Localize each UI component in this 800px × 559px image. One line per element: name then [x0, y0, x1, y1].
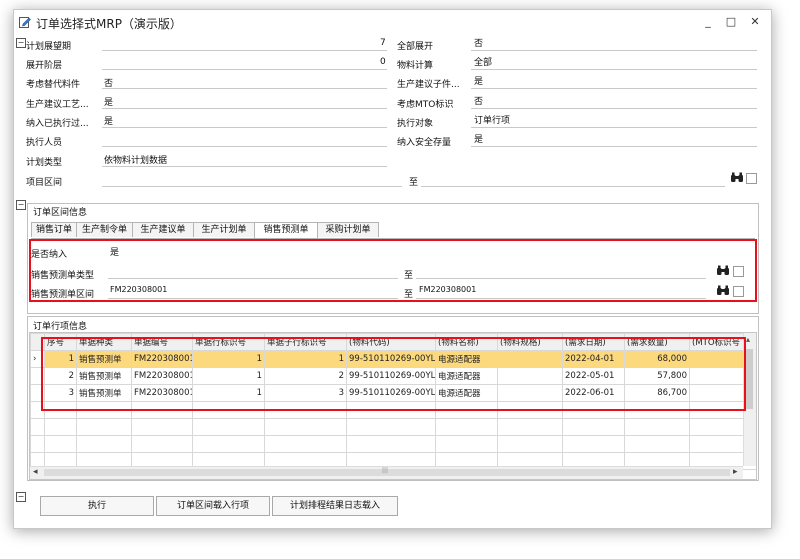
gen-process-value: 是: [104, 98, 114, 108]
load-schedule-log-button[interactable]: 计划排程结果日志载入: [272, 496, 398, 516]
params-collapse-icon[interactable]: −: [16, 38, 26, 48]
gen-process-field[interactable]: [102, 94, 387, 109]
mto-flag-value: 否: [474, 97, 484, 107]
project-range-to-label: 至: [409, 178, 419, 188]
include-safety-label: 纳入安全存量: [397, 138, 452, 148]
mto-flag-label: 考虑MTO标识: [397, 100, 454, 110]
highlight-item-rows: [41, 337, 746, 411]
scroll-right-icon[interactable]: ▸: [733, 467, 738, 477]
plan-horizon-field[interactable]: [102, 36, 387, 51]
order-range-title: 订单区间信息: [33, 208, 88, 218]
tab-sales-forecast[interactable]: 销售预测单: [254, 222, 318, 238]
include-executed-field[interactable]: [102, 113, 387, 128]
exec-object-value: 订单行项: [474, 116, 511, 126]
expand-all-label: 全部展开: [397, 42, 434, 52]
maximize-button[interactable]: □: [721, 14, 741, 30]
plan-horizon-value: 7: [380, 38, 386, 48]
executor-field[interactable]: [102, 132, 387, 147]
actions-collapse-icon[interactable]: −: [16, 492, 26, 502]
consider-substitute-label: 考虑替代料件: [26, 80, 81, 90]
vertical-scroll-thumb[interactable]: [746, 349, 753, 409]
execute-button[interactable]: 执行: [40, 496, 154, 516]
horizontal-scroll-thumb[interactable]: |||: [44, 467, 730, 476]
scroll-up-icon[interactable]: ▴: [746, 335, 750, 344]
plan-type-value: 依物料计划数据: [104, 156, 168, 166]
highlight-forecast-fields: [29, 239, 757, 302]
project-range-to-field[interactable]: [421, 172, 725, 187]
mrp-window: 订单选择式MRP（演示版） _ □ ✕ − 计划展望期 7 展开阶层 0 考虑替…: [13, 9, 772, 529]
include-safety-value: 是: [474, 135, 484, 145]
project-range-checkbox[interactable]: [746, 173, 757, 184]
tab-production-order[interactable]: 生产制令单: [76, 222, 133, 237]
close-button[interactable]: ✕: [745, 14, 765, 30]
consider-substitute-field[interactable]: [102, 74, 387, 89]
order-range-tabbar: 销售订单 生产制令单 生产建议单 生产计划单 销售预测单 采购计划单: [31, 222, 755, 239]
title-bar: 订单选择式MRP（演示版） _ □ ✕: [14, 10, 771, 36]
include-executed-value: 是: [104, 117, 114, 127]
tab-production-suggestion[interactable]: 生产建议单: [132, 222, 194, 237]
consider-substitute-value: 否: [104, 79, 114, 89]
expand-level-value: 0: [380, 57, 386, 67]
empty-row: [30, 418, 756, 436]
exec-object-label: 执行对象: [397, 119, 434, 129]
tab-production-plan[interactable]: 生产计划单: [193, 222, 255, 237]
executor-label: 执行人员: [26, 138, 63, 148]
load-order-lines-button[interactable]: 订单区间载入行项: [156, 496, 270, 516]
mto-flag-field[interactable]: [471, 94, 757, 109]
include-executed-label: 纳入已执行过...: [26, 119, 89, 129]
expand-all-value: 否: [474, 39, 484, 49]
gen-child-value: 是: [474, 77, 484, 87]
gen-process-label: 生产建议工艺...: [26, 100, 89, 110]
project-range-label: 项目区间: [26, 178, 63, 188]
gen-child-field[interactable]: [471, 74, 757, 89]
material-calc-value: 全部: [474, 58, 493, 68]
tab-sales-order[interactable]: 销售订单: [31, 222, 77, 237]
scroll-left-icon[interactable]: ◂: [33, 467, 38, 477]
minimize-button[interactable]: _: [698, 14, 718, 30]
horizontal-scrollbar[interactable]: ◂ ||| ▸: [30, 466, 743, 479]
window-title: 订单选择式MRP（演示版）: [36, 17, 182, 31]
plan-type-label: 计划类型: [26, 158, 63, 168]
empty-row: [30, 435, 756, 453]
binoculars-icon[interactable]: [730, 172, 744, 183]
tab-purchase-plan[interactable]: 采购计划单: [317, 222, 379, 237]
scroll-grip: |||: [382, 467, 389, 474]
exec-object-field[interactable]: [471, 113, 757, 128]
order-range-collapse-icon[interactable]: −: [16, 200, 26, 210]
order-items-title: 订单行项信息: [33, 322, 88, 332]
plan-horizon-label: 计划展望期: [26, 42, 72, 52]
material-calc-field[interactable]: [471, 55, 757, 70]
expand-level-label: 展开阶层: [26, 61, 63, 71]
include-safety-field[interactable]: [471, 132, 757, 147]
material-calc-label: 物料计算: [397, 61, 434, 71]
project-range-from-field[interactable]: [102, 172, 402, 187]
gen-child-label: 生产建议子件...: [397, 80, 460, 90]
edit-icon: [19, 17, 31, 28]
expand-all-field[interactable]: [471, 36, 757, 51]
expand-level-field[interactable]: [102, 55, 387, 70]
